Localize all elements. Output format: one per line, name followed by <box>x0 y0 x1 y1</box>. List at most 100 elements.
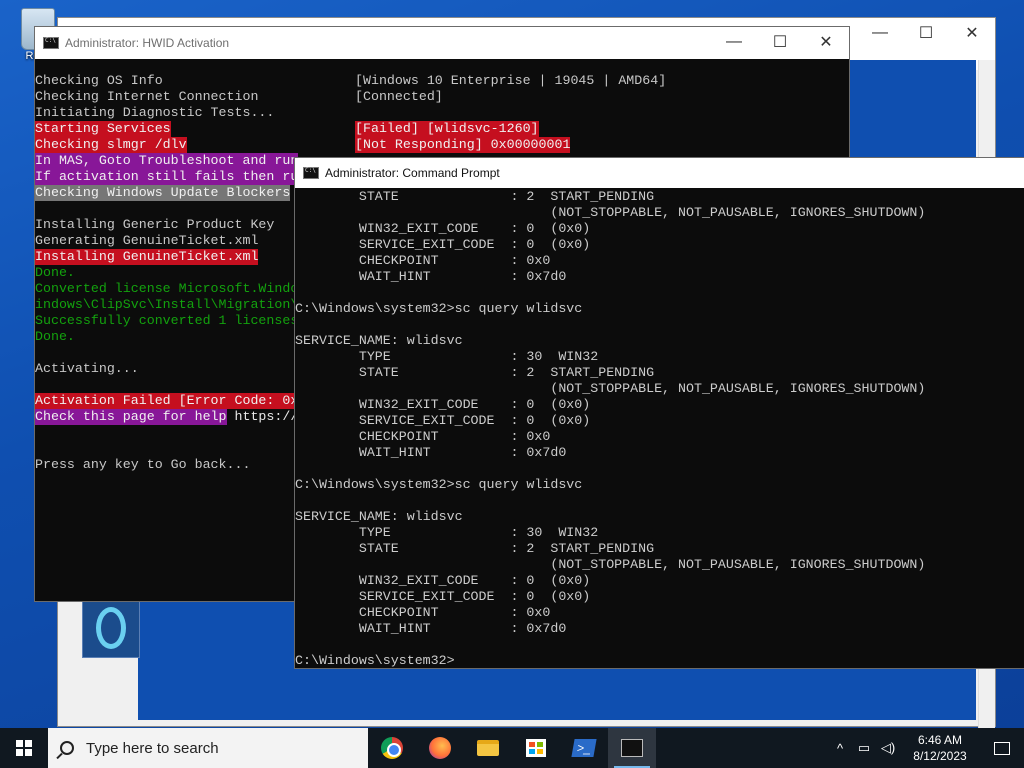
hwid-line-value: [Windows 10 Enterprise | 19045 | AMD64] <box>355 73 667 88</box>
hwid-titlebar[interactable]: Administrator: HWID Activation — ☐ ✕ <box>35 27 849 59</box>
cmd-line: (NOT_STOPPABLE, NOT_PAUSABLE, IGNORES_SH… <box>295 381 926 396</box>
hwid-line-text: Press any key to Go back... <box>35 457 251 472</box>
search-icon <box>60 741 74 755</box>
notification-center-button[interactable] <box>980 728 1024 768</box>
hwid-line-text: Successfully converted 1 licenses <box>35 313 299 328</box>
console-icon <box>43 37 59 49</box>
hwid-line-text: Checking slmgr /dlv <box>35 137 187 153</box>
cmd-line: (NOT_STOPPABLE, NOT_PAUSABLE, IGNORES_SH… <box>295 205 926 220</box>
chrome-icon <box>381 737 403 759</box>
hwid-line: Starting Services [Failed] [wlidsvc-1260] <box>35 121 849 137</box>
cmd-line: SERVICE_EXIT_CODE : 0 (0x0) <box>295 237 591 252</box>
chevron-up-icon[interactable]: ^ <box>828 741 852 756</box>
clock-date: 8/12/2023 <box>913 749 967 763</box>
hwid-line-text: Initiating Diagnostic Tests... <box>35 105 275 120</box>
hwid-line-text: Generating GenuineTicket.xml <box>35 233 259 248</box>
taskbar-firefox[interactable] <box>416 728 464 768</box>
taskbar-store[interactable] <box>512 728 560 768</box>
taskbar: Type here to search >_ ^ ▭ ◁) 6:46 AM 8/… <box>0 728 1024 768</box>
cmd-line: CHECKPOINT : 0x0 <box>295 605 551 620</box>
cmd-line: CHECKPOINT : 0x0 <box>295 253 551 268</box>
hwid-line-text: Checking Windows Update Blockers <box>35 185 291 201</box>
volume-icon[interactable]: ◁) <box>876 740 900 756</box>
cmd-line: TYPE : 30 WIN32 <box>295 525 599 540</box>
taskbar-file-explorer[interactable] <box>464 728 512 768</box>
cmd-line: WAIT_HINT : 0x7d0 <box>295 621 567 636</box>
cmd-line <box>295 285 1024 301</box>
minimize-button[interactable]: — <box>711 27 757 57</box>
cmd-line: (NOT_STOPPABLE, NOT_PAUSABLE, IGNORES_SH… <box>295 557 926 572</box>
cmd-line: STATE : 2 START_PENDING <box>295 189 655 204</box>
cmd-line: SERVICE_NAME: wlidsvc <box>295 333 463 348</box>
cmd-line: C:\Windows\system32>sc query wlidsvc <box>295 477 583 492</box>
cmd-line <box>295 461 1024 477</box>
hwid-line-text: Installing GenuineTicket.xml <box>35 249 259 265</box>
hwid-line-value: https:// <box>226 409 299 424</box>
cmd-line: CHECKPOINT : 0x0 <box>295 429 551 444</box>
maximize-button[interactable]: ☐ <box>757 27 803 57</box>
cmd-title: Administrator: Command Prompt <box>325 166 500 180</box>
close-button[interactable]: ✕ <box>949 18 995 48</box>
cmd-line <box>295 317 1024 333</box>
hwid-line: Checking slmgr /dlv [Not Responding] 0x00… <box>35 137 849 153</box>
hwid-line-text: Activating... <box>35 361 139 376</box>
network-icon[interactable]: ▭ <box>852 740 876 756</box>
cmd-line: SERVICE_EXIT_CODE : 0 (0x0) <box>295 413 591 428</box>
notification-icon <box>994 741 1010 755</box>
cmd-titlebar[interactable]: Administrator: Command Prompt <box>295 158 1024 188</box>
cmd-line: WAIT_HINT : 0x7d0 <box>295 445 567 460</box>
portal-app-tile[interactable] <box>82 598 140 658</box>
taskbar-command-prompt[interactable] <box>608 728 656 768</box>
command-prompt-icon <box>621 739 643 757</box>
maximize-button[interactable]: ☐ <box>903 18 949 48</box>
cmd-line: STATE : 2 START_PENDING <box>295 365 655 380</box>
hwid-line-text: Installing Generic Product Key <box>35 217 275 232</box>
store-icon <box>526 739 546 757</box>
clock-time: 6:46 AM <box>917 733 963 747</box>
hwid-line-text: Done. <box>35 329 75 344</box>
hwid-line-text: Checking Internet Connection <box>35 89 259 104</box>
hwid-line: Checking Internet Connection [Connected] <box>35 89 849 105</box>
portal-ring-icon <box>96 607 126 649</box>
command-prompt-window[interactable]: Administrator: Command Prompt STATE : 2 … <box>294 157 1024 669</box>
hwid-line-value: [Connected] <box>355 89 443 104</box>
cmd-line: WIN32_EXIT_CODE : 0 (0x0) <box>295 397 591 412</box>
hwid-line-text: Converted license Microsoft.Windo <box>35 281 299 296</box>
windows-logo-icon <box>16 740 32 756</box>
hwid-line-text: Done. <box>35 265 75 280</box>
cmd-line: WIN32_EXIT_CODE : 0 (0x0) <box>295 221 591 236</box>
hwid-line-text: In MAS, Goto Troubleshoot and run <box>35 153 299 169</box>
cmd-line: WIN32_EXIT_CODE : 0 (0x0) <box>295 573 591 588</box>
cmd-line: SERVICE_EXIT_CODE : 0 (0x0) <box>295 589 591 604</box>
hwid-title: Administrator: HWID Activation <box>65 36 230 50</box>
cmd-line: WAIT_HINT : 0x7d0 <box>295 269 567 284</box>
hwid-line: Initiating Diagnostic Tests... <box>35 105 849 121</box>
search-placeholder: Type here to search <box>86 739 219 757</box>
close-button[interactable]: ✕ <box>803 27 849 57</box>
hwid-line-text: If activation still fails then ru <box>35 169 299 185</box>
hwid-line-text: Check this page for help <box>35 409 227 425</box>
hwid-line: Checking OS Info [Windows 10 Enterprise |… <box>35 73 849 89</box>
powershell-icon: >_ <box>571 739 597 757</box>
cmd-line: C:\Windows\system32> <box>295 653 455 668</box>
taskbar-chrome[interactable] <box>368 728 416 768</box>
hwid-line-text: Activation Failed [Error Code: 0x <box>35 393 299 409</box>
cmd-line <box>295 493 1024 509</box>
minimize-button[interactable]: — <box>857 18 903 48</box>
start-button[interactable] <box>0 728 48 768</box>
console-icon <box>303 167 319 179</box>
cmd-line <box>295 637 1024 653</box>
hwid-line-text: indows\ClipSvc\Install\Migration\ <box>35 297 299 312</box>
search-box[interactable]: Type here to search <box>48 728 368 768</box>
clock[interactable]: 6:46 AM 8/12/2023 <box>900 732 980 764</box>
cmd-line: STATE : 2 START_PENDING <box>295 541 655 556</box>
firefox-icon <box>429 737 451 759</box>
file-explorer-icon <box>477 740 499 756</box>
cmd-line: TYPE : 30 WIN32 <box>295 349 599 364</box>
hwid-line-text: Checking OS Info <box>35 73 163 88</box>
system-tray: ^ ▭ ◁) 6:46 AM 8/12/2023 <box>828 728 1024 768</box>
cmd-line: SERVICE_NAME: wlidsvc <box>295 509 463 524</box>
taskbar-powershell[interactable]: >_ <box>560 728 608 768</box>
cmd-line: C:\Windows\system32>sc query wlidsvc <box>295 301 583 316</box>
hwid-line-value: [Failed] [wlidsvc-1260] <box>355 121 539 137</box>
